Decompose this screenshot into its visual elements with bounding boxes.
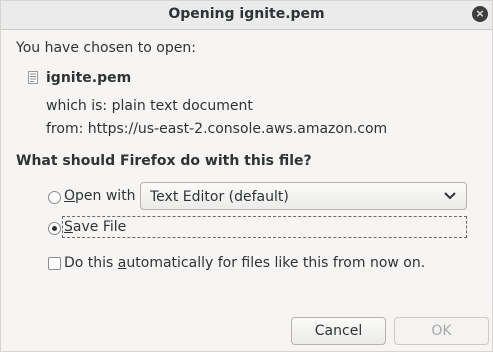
dialog-title: Opening ignite.pem [168, 6, 325, 22]
save-file-radio[interactable] [48, 222, 61, 235]
save-file-mnemonic: S [64, 219, 73, 235]
save-file-label[interactable]: Save File [64, 219, 126, 235]
action-question: What should Firefox do with this file? [16, 153, 312, 169]
auto-label-before: Do this [64, 255, 118, 271]
open-with-radio[interactable] [48, 191, 61, 204]
application-select-value: Text Editor (default) [150, 189, 289, 205]
close-button[interactable]: × [472, 6, 488, 22]
title-bar: Opening ignite.pem × [1, 1, 492, 30]
save-file-label-rest: ave File [72, 219, 127, 235]
open-with-label-rest: pen with [75, 188, 136, 204]
file-source: from: https://us-east-2.console.aws.amaz… [46, 121, 388, 137]
intro-text: You have chosen to open: [16, 40, 196, 56]
close-icon: × [475, 7, 485, 20]
file-type: which is: plain text document [46, 98, 253, 114]
auto-label-after: utomatically for files like this from no… [126, 255, 426, 271]
cancel-button[interactable]: Cancel [291, 317, 386, 345]
application-select[interactable]: Text Editor (default) [140, 182, 467, 210]
chevron-down-icon [444, 192, 456, 200]
auto-action-checkbox[interactable] [48, 257, 61, 270]
auto-action-label[interactable]: Do this automatically for files like thi… [64, 255, 425, 271]
open-with-mnemonic: O [64, 188, 76, 204]
text-file-icon [28, 71, 38, 84]
ok-button[interactable]: OK [394, 317, 489, 345]
open-with-label[interactable]: Open with [64, 188, 136, 204]
download-dialog: Opening ignite.pem × You have chosen to … [0, 0, 493, 352]
file-name: ignite.pem [46, 70, 132, 86]
